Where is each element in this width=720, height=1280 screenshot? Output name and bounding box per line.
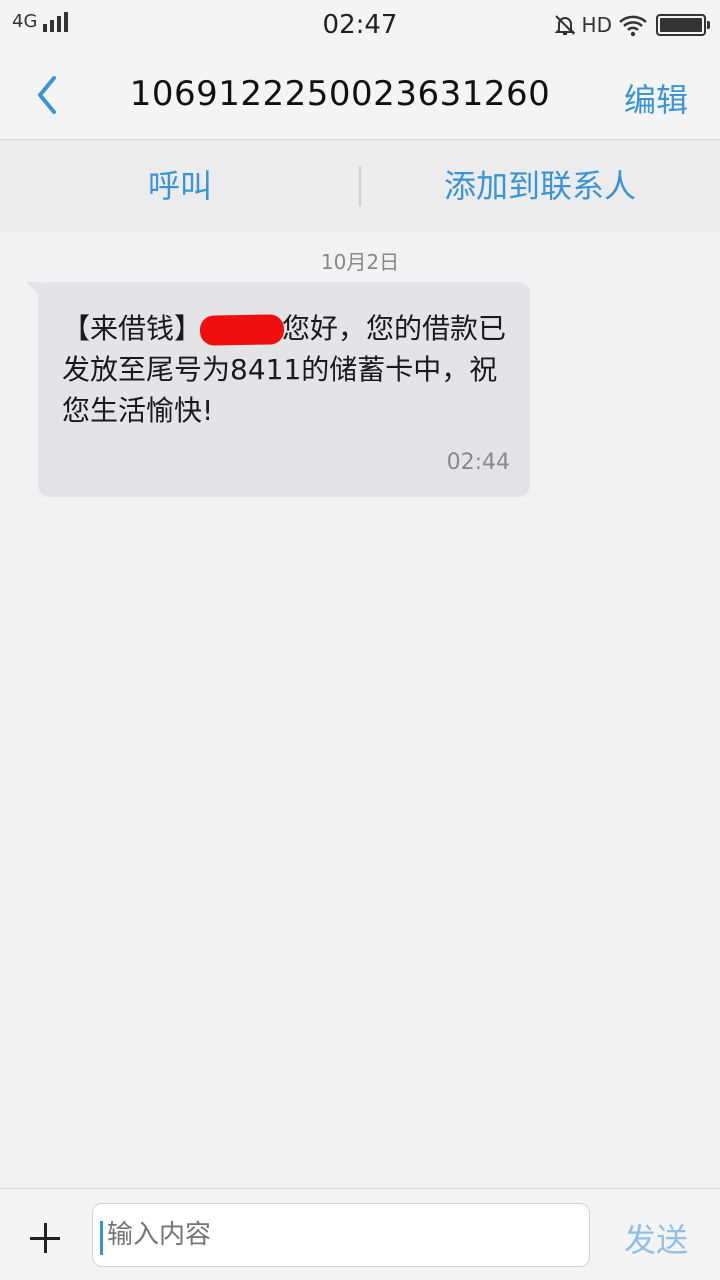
wifi-icon <box>619 15 647 37</box>
status-bar: 4G 02:47 HD <box>0 0 720 48</box>
edit-button[interactable]: 编辑 <box>624 75 688 121</box>
message-time: 02:44 <box>446 450 510 475</box>
battery-icon <box>656 14 710 36</box>
mute-icon <box>554 15 575 35</box>
message-bubble[interactable]: 【来借钱】 您好，您的借款已发放至尾号为8411的储蓄卡中，祝您生活愉快! 02:… <box>26 282 530 497</box>
back-button[interactable] <box>26 72 74 120</box>
send-button[interactable]: 发送 <box>624 1215 688 1261</box>
compose-bar: 发送 <box>0 1188 720 1280</box>
contact-action-bar: 呼叫 添加到联系人 <box>0 140 720 232</box>
redaction-mark <box>199 314 285 346</box>
back-chevron-icon <box>38 76 56 114</box>
plus-icon[interactable] <box>28 1221 62 1255</box>
sender-number: 1069122250023631260 <box>129 74 551 114</box>
call-button[interactable]: 呼叫 <box>0 140 360 232</box>
hd-label: HD <box>581 13 612 37</box>
status-right: HD <box>552 12 710 38</box>
text-caret <box>100 1221 103 1255</box>
message-input[interactable] <box>92 1203 590 1267</box>
bubble-tail <box>26 282 44 300</box>
date-separator: 10月2日 <box>320 250 400 274</box>
conversation-header: 1069122250023631260 编辑 <box>0 48 720 140</box>
message-text: 【来借钱】 您好，您的借款已发放至尾号为8411的储蓄卡中，祝您生活愉快! <box>62 308 508 431</box>
add-to-contacts-button[interactable]: 添加到联系人 <box>360 140 720 232</box>
message-prefix: 【来借钱】 <box>62 312 203 345</box>
